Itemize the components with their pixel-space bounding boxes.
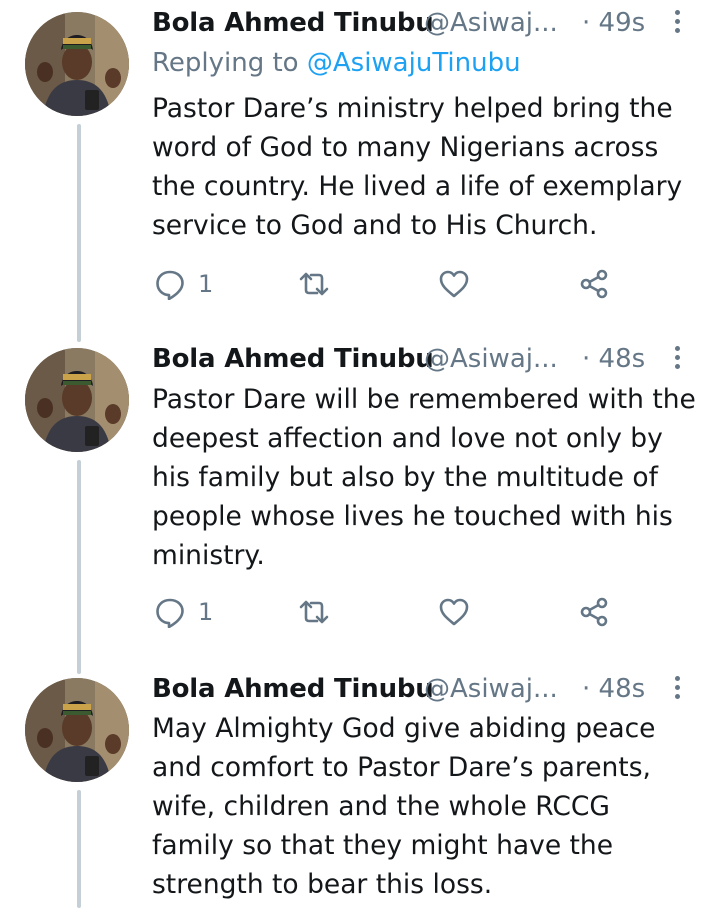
- heart-icon: [439, 598, 469, 626]
- retweet-button[interactable]: [298, 592, 330, 632]
- reply-mention-link[interactable]: @AsiwajuTinubu: [307, 48, 521, 78]
- profile-photo-icon: [25, 678, 129, 782]
- reply-count: 1: [198, 598, 214, 626]
- reply-icon: [156, 598, 184, 628]
- share-icon: [580, 269, 608, 299]
- profile-photo-icon: [25, 12, 129, 116]
- thread-line: [77, 790, 81, 908]
- tweet-text: Pastor Dare will be remembered with the …: [152, 384, 696, 571]
- tweet-text: May Almighty God give abiding peace and …: [152, 713, 656, 900]
- author-name[interactable]: Bola Ahmed Tinubu: [152, 8, 434, 38]
- retweet-icon: [299, 272, 329, 296]
- more-vertical-icon[interactable]: [672, 10, 682, 40]
- replying-to-label: Replying to: [152, 48, 299, 78]
- like-button[interactable]: [438, 264, 470, 304]
- share-icon: [580, 597, 608, 627]
- like-button[interactable]: [438, 592, 470, 632]
- reply-icon: [156, 270, 184, 300]
- tweet-timestamp[interactable]: · 48s: [582, 344, 645, 374]
- share-button[interactable]: [578, 592, 610, 632]
- thread-line: [77, 124, 81, 342]
- profile-photo-icon: [25, 348, 129, 452]
- reply-count: 1: [198, 270, 214, 298]
- tweet-actions: 1: [152, 592, 672, 632]
- avatar[interactable]: [25, 678, 129, 782]
- author-name[interactable]: Bola Ahmed Tinubu: [152, 344, 434, 374]
- tweet-header: Bola Ahmed Tinubu @Asiwaj... · 48s: [152, 344, 692, 378]
- tweet-timestamp[interactable]: · 48s: [582, 674, 645, 704]
- tweet-header: Bola Ahmed Tinubu @Asiwaj... · 48s: [152, 674, 692, 708]
- author-handle[interactable]: @Asiwaj...: [424, 674, 558, 704]
- avatar[interactable]: [25, 12, 129, 116]
- tweet-thread: Bola Ahmed Tinubu @Asiwaj... · 49s Reply…: [0, 0, 720, 908]
- share-button[interactable]: [578, 264, 610, 304]
- author-handle[interactable]: @Asiwaj...: [424, 344, 558, 374]
- author-handle[interactable]: @Asiwaj...: [424, 8, 558, 38]
- replying-to: Replying to @AsiwajuTinubu: [152, 48, 521, 78]
- reply-button[interactable]: 1: [154, 264, 213, 304]
- thread-line: [77, 460, 81, 674]
- retweet-icon: [299, 600, 329, 624]
- tweet-timestamp[interactable]: · 49s: [582, 8, 645, 38]
- reply-button[interactable]: 1: [154, 592, 213, 632]
- more-vertical-icon[interactable]: [672, 346, 682, 376]
- author-name[interactable]: Bola Ahmed Tinubu: [152, 674, 434, 704]
- more-vertical-icon[interactable]: [672, 676, 682, 706]
- heart-icon: [439, 270, 469, 298]
- tweet-text: Pastor Dare’s ministry helped bring the …: [152, 93, 683, 241]
- tweet-actions: 1: [152, 264, 672, 304]
- retweet-button[interactable]: [298, 264, 330, 304]
- avatar[interactable]: [25, 348, 129, 452]
- tweet-header: Bola Ahmed Tinubu @Asiwaj... · 49s: [152, 8, 692, 42]
